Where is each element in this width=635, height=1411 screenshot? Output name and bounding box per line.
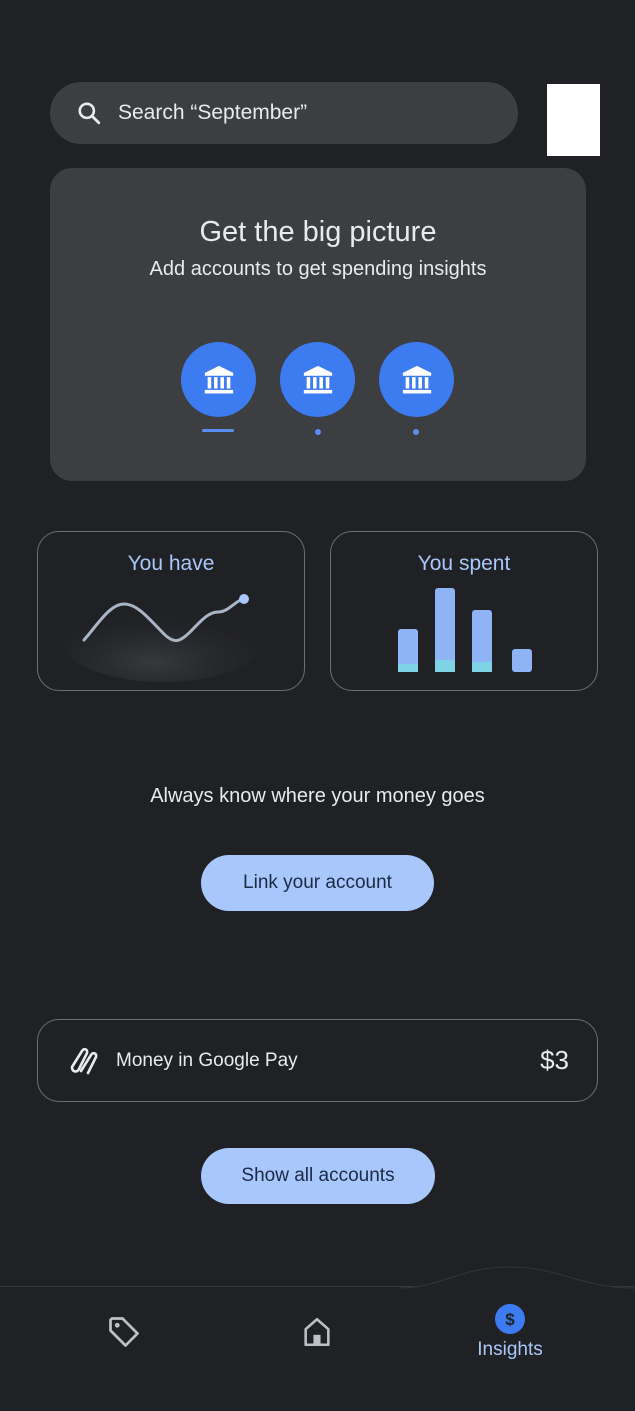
insights-page: Search “September” Get the big picture A…: [0, 0, 635, 1411]
nav-item-deals[interactable]: [93, 1287, 155, 1377]
hero-subtitle: Add accounts to get spending insights: [149, 258, 487, 280]
search-placeholder: Search “September”: [118, 101, 308, 124]
you-spent-card[interactable]: You spent: [330, 531, 598, 691]
google-pay-icon: [70, 1047, 98, 1074]
bank-icon: [379, 342, 454, 417]
bank-icon: [280, 342, 355, 417]
search-icon: [78, 102, 101, 125]
bank-icon: [181, 342, 256, 417]
nav-active-curve: [400, 1266, 635, 1289]
bank-icon-glyph: [402, 365, 431, 393]
home-icon: [304, 1317, 330, 1347]
you-spent-label: You spent: [417, 552, 511, 575]
tag-icon: [109, 1317, 139, 1347]
carousel-indicator: [315, 429, 321, 435]
link-account-button[interactable]: Link your account: [201, 855, 434, 911]
bank-icon-glyph: [204, 365, 233, 393]
money-in-google-pay-row[interactable]: Money in Google Pay $3: [37, 1019, 598, 1102]
you-have-label: You have: [127, 552, 215, 575]
search-bar[interactable]: Search “September”: [50, 82, 518, 144]
nav-item-home[interactable]: [286, 1287, 348, 1377]
nav-item-insights[interactable]: $ Insights: [465, 1287, 555, 1377]
show-all-accounts-button[interactable]: Show all accounts: [201, 1148, 435, 1204]
nav-insights-label: Insights: [477, 1339, 543, 1360]
big-picture-card[interactable]: Get the big picture Add accounts to get …: [50, 168, 586, 481]
carousel-indicator-active: [202, 429, 234, 432]
money-amount: $3: [540, 1045, 569, 1075]
tagline: Always know where your money goes: [150, 785, 485, 807]
you-have-card[interactable]: You have: [37, 531, 305, 691]
hero-title: Get the big picture: [199, 216, 437, 248]
dollar-icon: $: [495, 1304, 525, 1334]
carousel-indicator: [413, 429, 419, 435]
avatar[interactable]: [547, 84, 600, 156]
svg-text:$: $: [505, 1310, 515, 1329]
money-label: Money in Google Pay: [116, 1049, 298, 1071]
bank-icon-glyph: [303, 365, 332, 393]
bottom-navigation: $ Insights: [0, 1266, 635, 1411]
